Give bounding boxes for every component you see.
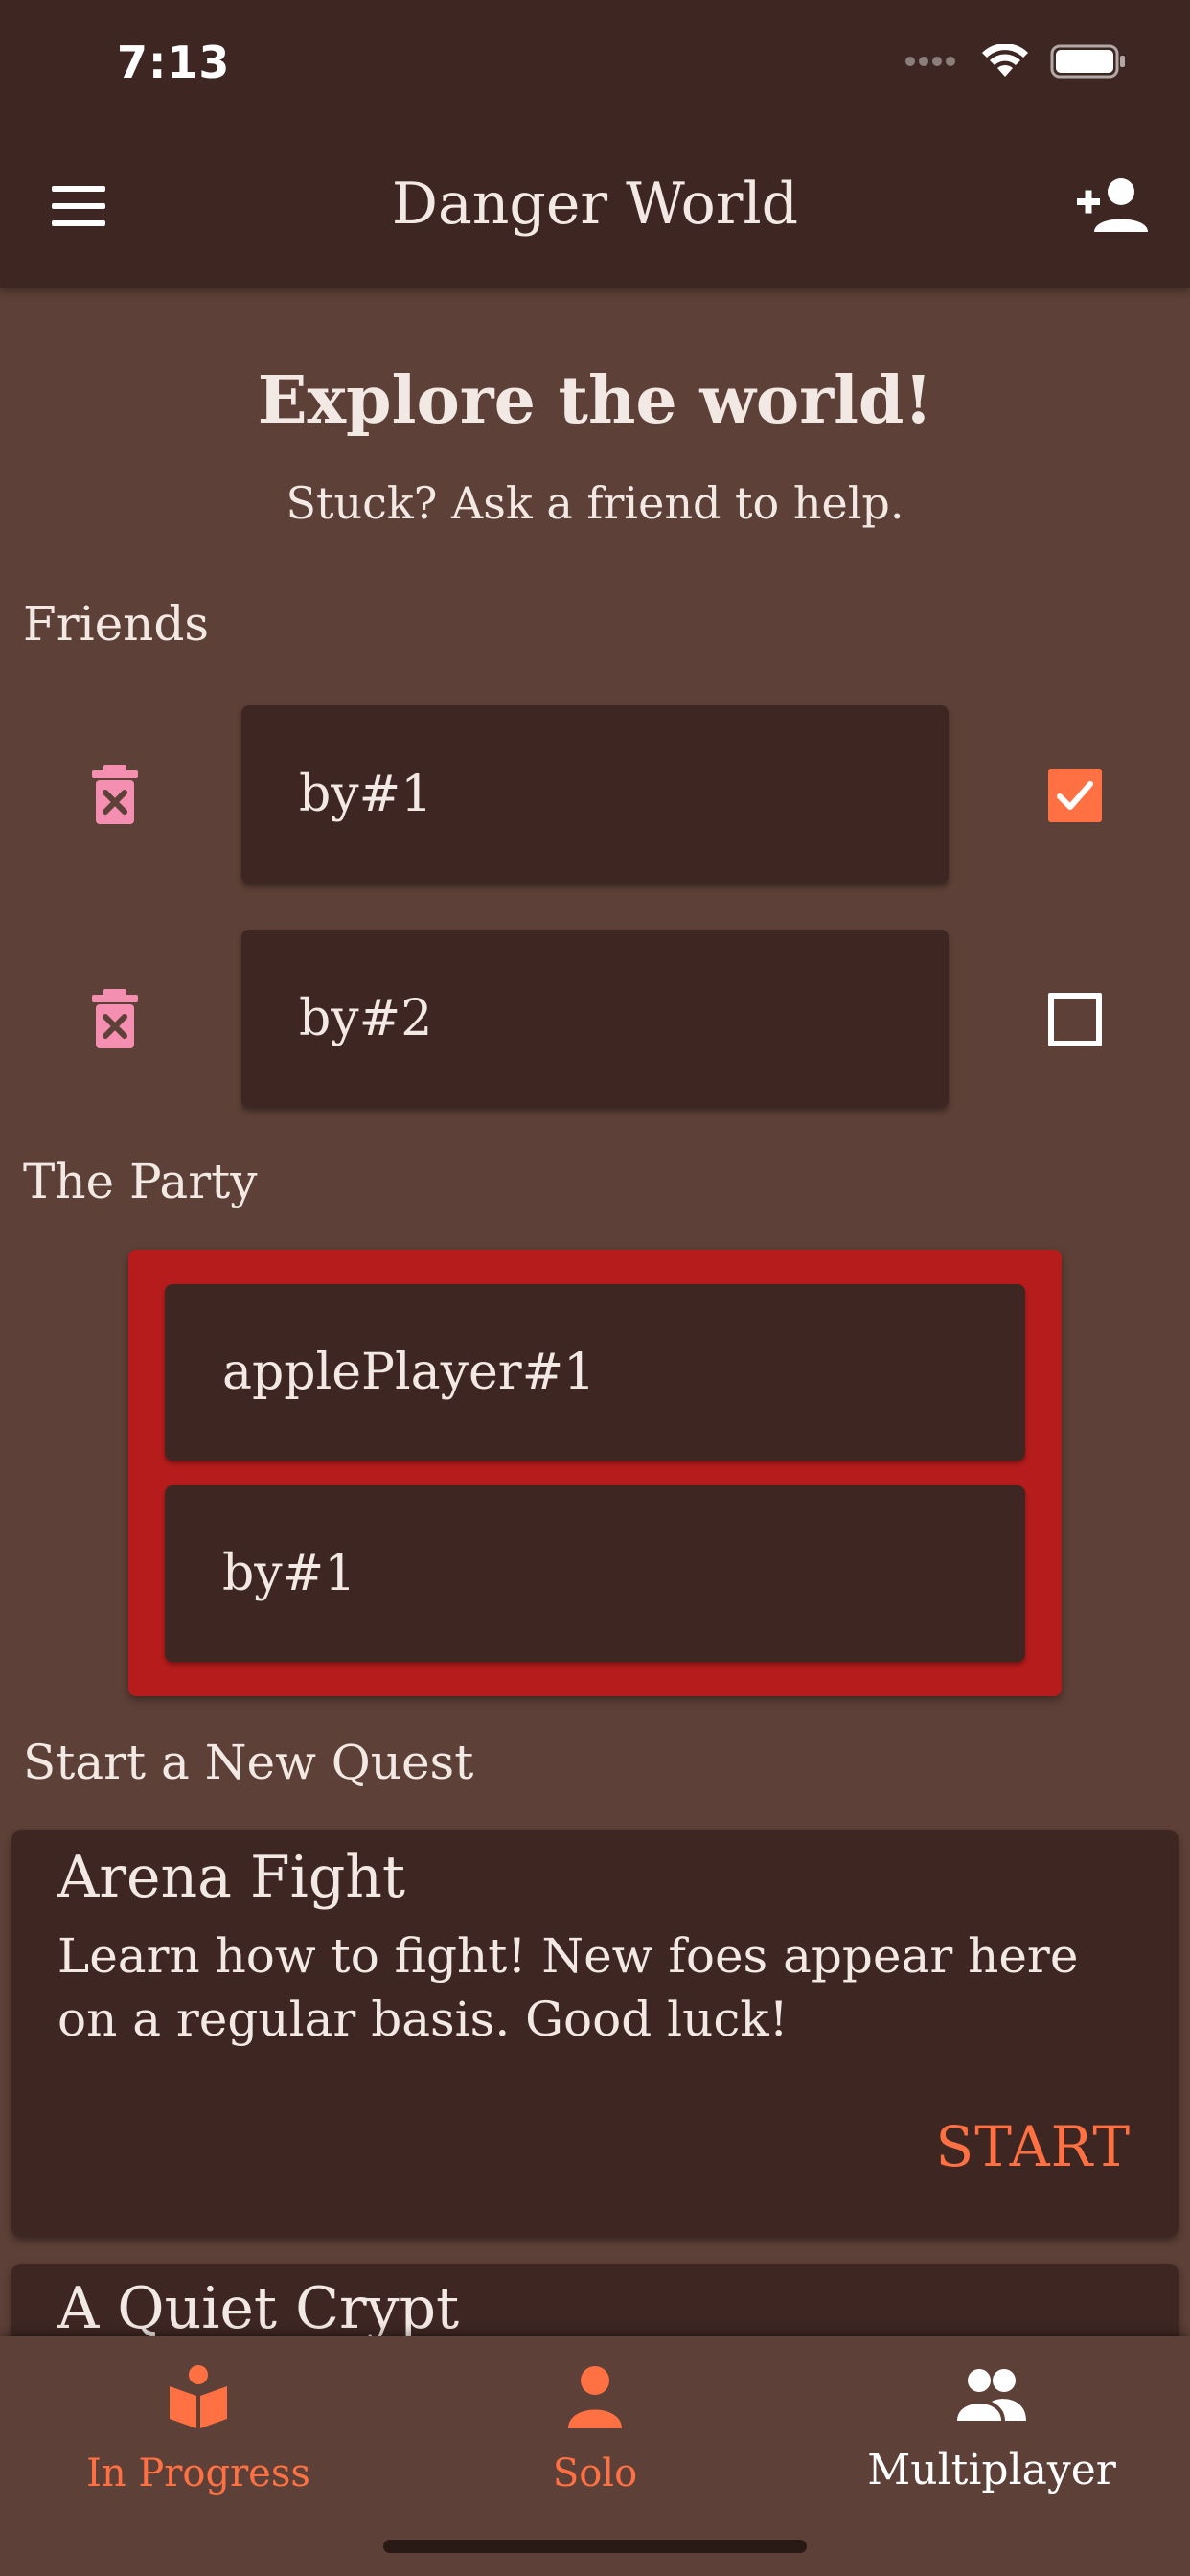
screen: 7:13 Danger World Explore the world! Stu… <box>0 0 1190 2576</box>
add-friend-icon[interactable] <box>1075 172 1152 240</box>
person-icon <box>568 2366 622 2428</box>
status-icons <box>904 44 1127 79</box>
quest-title: Arena Fight <box>57 1844 405 1911</box>
quest-title: A Quiet Crypt <box>57 2275 460 2336</box>
start-quest-button[interactable]: START <box>936 2114 1131 2179</box>
quests-label: Start a New Quest <box>23 1735 474 1790</box>
party-member[interactable]: by#1 <box>165 1485 1025 1662</box>
quest-card: Arena Fight Learn how to fight! New foes… <box>11 1830 1179 2237</box>
delete-friend-icon[interactable] <box>84 987 146 1050</box>
friend-row: by#1 <box>0 705 1190 884</box>
friends-label: Friends <box>23 596 210 652</box>
page-title: Explore the world! <box>257 362 933 439</box>
quest-description: Learn how to fight! New foes appear here… <box>57 1928 1079 2047</box>
nav-label: In Progress <box>86 2451 310 2496</box>
nav-multiplayer[interactable]: Multiplayer <box>793 2336 1190 2518</box>
page-subtitle: Stuck? Ask a friend to help. <box>286 477 904 529</box>
status-time: 7:13 <box>117 36 231 88</box>
friend-row: by#2 <box>0 930 1190 1108</box>
quest-card: A Quiet Crypt <box>11 2264 1179 2336</box>
book-open-icon <box>170 2365 227 2428</box>
signal-icon <box>905 57 955 66</box>
battery-icon <box>1050 44 1125 79</box>
nav-in-progress[interactable]: In Progress <box>0 2336 397 2518</box>
wifi-icon <box>982 44 1028 77</box>
home-indicator <box>383 2540 807 2553</box>
group-icon <box>957 2369 1026 2421</box>
friend-name[interactable]: by#2 <box>241 930 949 1108</box>
delete-friend-icon[interactable] <box>84 763 146 826</box>
party-member[interactable]: applePlayer#1 <box>165 1284 1025 1460</box>
content-area[interactable]: Explore the world! Stuck? Ask a friend t… <box>0 288 1190 2336</box>
friend-checkbox-checked[interactable] <box>1048 769 1102 822</box>
party-label: The Party <box>23 1154 258 1209</box>
nav-label: Solo <box>552 2451 638 2496</box>
app-title: Danger World <box>391 171 799 238</box>
app-bar: 7:13 Danger World <box>0 0 1190 288</box>
nav-label: Multiplayer <box>867 2446 1116 2495</box>
check-icon <box>1057 781 1093 810</box>
friend-checkbox-unchecked[interactable] <box>1048 993 1102 1046</box>
nav-solo[interactable]: Solo <box>397 2336 793 2518</box>
friend-name[interactable]: by#1 <box>241 705 949 884</box>
party-container: applePlayer#1 by#1 <box>128 1250 1062 1696</box>
